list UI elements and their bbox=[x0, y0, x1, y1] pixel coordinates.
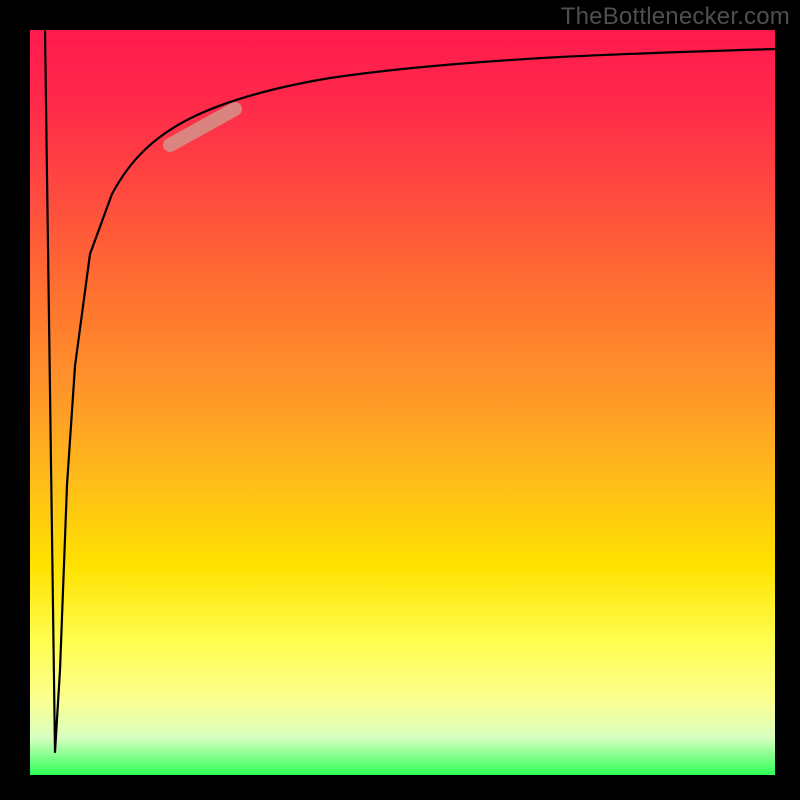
bottleneck-curve bbox=[45, 30, 775, 752]
chart-curve-svg bbox=[30, 30, 775, 775]
watermark-text: TheBottlenecker.com bbox=[561, 3, 790, 31]
chart-plot-area bbox=[30, 30, 775, 775]
chart-frame: TheBottlenecker.com bbox=[0, 0, 800, 800]
highlight-segment bbox=[170, 109, 235, 145]
